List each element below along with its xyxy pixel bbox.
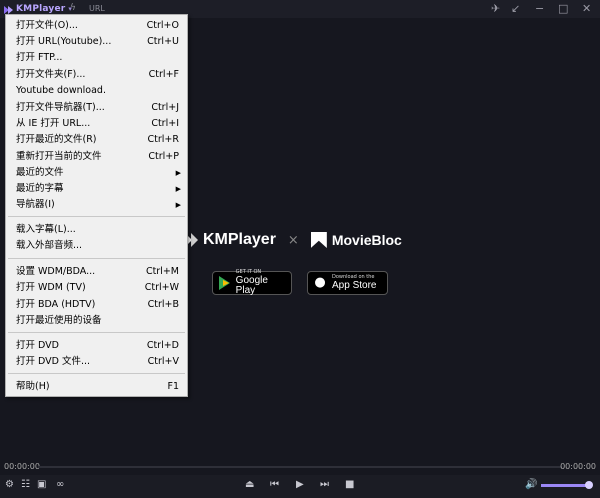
shrink-icon[interactable]: ↙: [511, 2, 520, 16]
menu-item-open-file[interactable]: 打开文件(O)... Ctrl+O: [6, 18, 187, 34]
time-total: 00:00:00: [560, 462, 596, 471]
submenu-arrow-icon: ▶: [175, 185, 181, 193]
stop-icon[interactable]: ■: [345, 478, 354, 492]
next-icon[interactable]: ⏭: [320, 478, 329, 492]
menu-separator: [8, 373, 185, 374]
google-play-badge[interactable]: GET IT ON Google Play: [212, 270, 292, 296]
moviebloc-logo-icon: [311, 232, 327, 248]
previous-icon[interactable]: ⏮: [270, 478, 279, 492]
flash-icon[interactable]: ϟ: [70, 3, 76, 13]
brand-separator: ×: [287, 232, 299, 248]
menu-separator: [8, 216, 185, 217]
vr-icon[interactable]: ▣: [37, 478, 46, 492]
app-store-badge[interactable]: ● Download on the App Store: [307, 271, 388, 295]
menu-item-open-recent-device[interactable]: 打开最近使用的设备: [6, 313, 187, 329]
app-store-big: App Store: [332, 280, 377, 291]
kmplayer-logo-text: KMPlayer: [203, 231, 276, 248]
moviebloc-logo-text: MovieBloc: [331, 232, 402, 248]
submenu-arrow-icon: ▶: [175, 169, 181, 177]
menu-separator: [8, 332, 185, 333]
time-elapsed: 00:00:00: [4, 462, 40, 471]
seek-bar[interactable]: [38, 466, 562, 468]
play-icon[interactable]: ▶: [296, 478, 304, 492]
menu-item-open-ftp[interactable]: 打开 FTP...: [6, 50, 187, 66]
menu-item-load-subtitles[interactable]: 载入字幕(L)...: [6, 222, 187, 238]
menu-item-open-url[interactable]: 打开 URL(Youtube)... Ctrl+U: [6, 34, 187, 50]
open-menu: 打开文件(O)... Ctrl+O 打开 URL(Youtube)... Ctrl+…: [5, 14, 188, 397]
menu-item-open-url-ie[interactable]: 从 IE 打开 URL... Ctrl+I: [6, 116, 187, 132]
volume-slider[interactable]: [541, 481, 593, 489]
menu-item-navigator[interactable]: 导航器(I) ▶: [6, 197, 187, 213]
submenu-arrow-icon: ▶: [175, 201, 181, 209]
menu-item-reopen-current[interactable]: 重新打开当前的文件 Ctrl+P: [6, 149, 187, 165]
volume-icon[interactable]: 🔊: [525, 478, 537, 492]
pin-icon[interactable]: ✈: [491, 2, 500, 16]
eject-icon[interactable]: ⏏: [245, 478, 254, 492]
3d-glasses-icon[interactable]: ∞: [56, 478, 64, 492]
menu-item-open-bda[interactable]: 打开 BDA (HDTV) Ctrl+B: [6, 297, 187, 313]
google-play-big: Google Play: [235, 275, 268, 296]
menu-item-open-dvd[interactable]: 打开 DVD Ctrl+D: [6, 338, 187, 354]
menu-item-file-navigator[interactable]: 打开文件导航器(T)... Ctrl+J: [6, 100, 187, 116]
google-play-icon: [218, 276, 231, 290]
menu-item-open-wdm[interactable]: 打开 WDM (TV) Ctrl+W: [6, 280, 187, 296]
equalizer-icon[interactable]: ☷: [21, 478, 30, 492]
menu-item-setup-wdm-bda[interactable]: 设置 WDM/BDA... Ctrl+M: [6, 264, 187, 280]
volume-knob[interactable]: [584, 481, 593, 489]
settings-icon[interactable]: ⚙: [5, 478, 14, 492]
menu-item-recent-subtitles[interactable]: 最近的字幕 ▶: [6, 181, 187, 197]
close-icon[interactable]: ✕: [582, 2, 591, 16]
maximize-icon[interactable]: □: [558, 2, 568, 16]
menu-item-help[interactable]: 帮助(H) F1: [6, 379, 187, 395]
menu-item-open-recent[interactable]: 打开最近的文件(R) Ctrl+R: [6, 132, 187, 148]
menu-item-recent-files[interactable]: 最近的文件 ▶: [6, 165, 187, 181]
branding: KMPlayer × MovieBloc: [185, 231, 402, 249]
volume-fill: [541, 484, 589, 487]
apple-icon: ●: [314, 275, 326, 290]
kmplayer-logo-icon: [4, 5, 14, 14]
menu-separator: [8, 258, 185, 259]
menu-item-open-dvd-files[interactable]: 打开 DVD 文件... Ctrl+V: [6, 354, 187, 370]
app-name: KMPlayer: [16, 4, 66, 14]
menu-item-open-folder[interactable]: 打开文件夹(F)... Ctrl+F: [6, 67, 187, 83]
minimize-icon[interactable]: −: [535, 2, 544, 16]
url-button[interactable]: URL: [89, 4, 105, 13]
menu-item-youtube-download[interactable]: Youtube download.: [6, 83, 187, 99]
menu-item-load-external-audio[interactable]: 载入外部音频...: [6, 238, 187, 254]
